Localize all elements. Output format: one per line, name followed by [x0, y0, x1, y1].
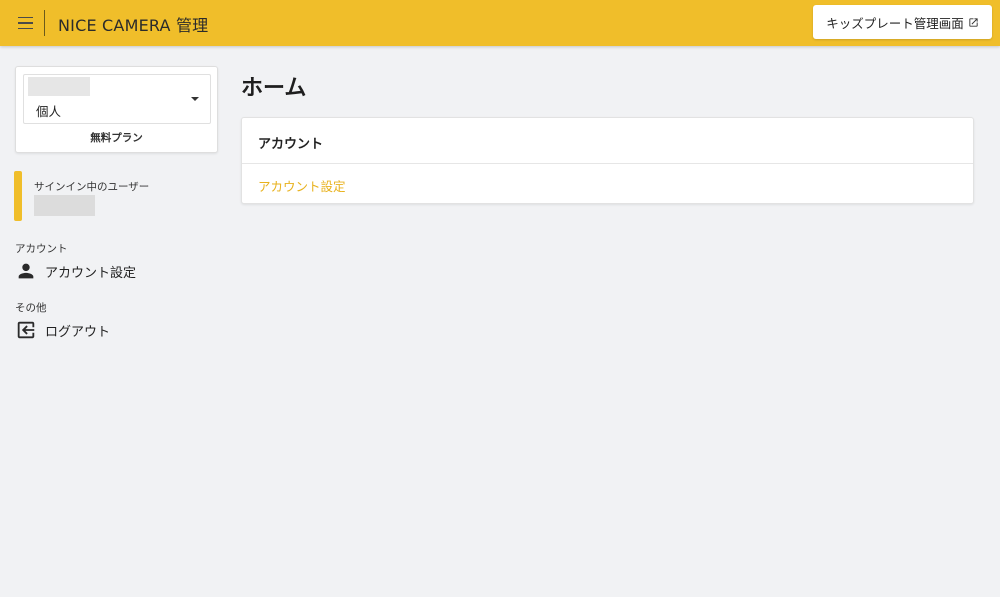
redacted-user-name	[34, 195, 95, 216]
account-settings-link[interactable]: アカウント設定	[258, 176, 346, 195]
account-panel: アカウント アカウント設定	[241, 117, 974, 204]
logout-icon	[15, 319, 37, 341]
sidebar-item-label: アカウント設定	[45, 265, 137, 281]
kids-plate-admin-label: キッズプレート管理画面	[826, 15, 964, 31]
sidebar-item-account-settings[interactable]: アカウント設定	[15, 259, 215, 283]
account-type-select[interactable]: 個人	[23, 74, 211, 124]
top-app-bar: NICE CAMERA 管理 キッズプレート管理画面	[0, 0, 1000, 46]
person-icon	[15, 260, 37, 282]
external-link-icon	[969, 17, 978, 27]
app-title: NICE CAMERA 管理	[58, 16, 209, 35]
signed-in-accent-bar	[14, 171, 22, 221]
topbar-divider	[44, 10, 45, 36]
section-label-other: その他	[15, 302, 47, 314]
redacted-account-name	[28, 77, 90, 96]
account-type-value: 個人	[36, 104, 62, 119]
kids-plate-admin-button[interactable]: キッズプレート管理画面	[813, 5, 992, 39]
sidebar-item-label: ログアウト	[45, 324, 111, 340]
page-title: ホーム	[241, 76, 307, 101]
signed-in-user-label: サインイン中のユーザー	[34, 181, 150, 193]
panel-title: アカウント	[258, 137, 324, 152]
section-label-account: アカウント	[15, 243, 68, 255]
dropdown-caret-icon	[191, 97, 199, 101]
signed-in-user-block: サインイン中のユーザー	[14, 171, 214, 221]
panel-header: アカウント	[242, 118, 973, 164]
plan-label: 無料プラン	[90, 132, 143, 144]
account-selector-card: 個人 無料プラン	[15, 66, 218, 153]
sidebar-item-logout[interactable]: ログアウト	[15, 318, 215, 342]
hamburger-menu-icon[interactable]	[12, 11, 38, 35]
